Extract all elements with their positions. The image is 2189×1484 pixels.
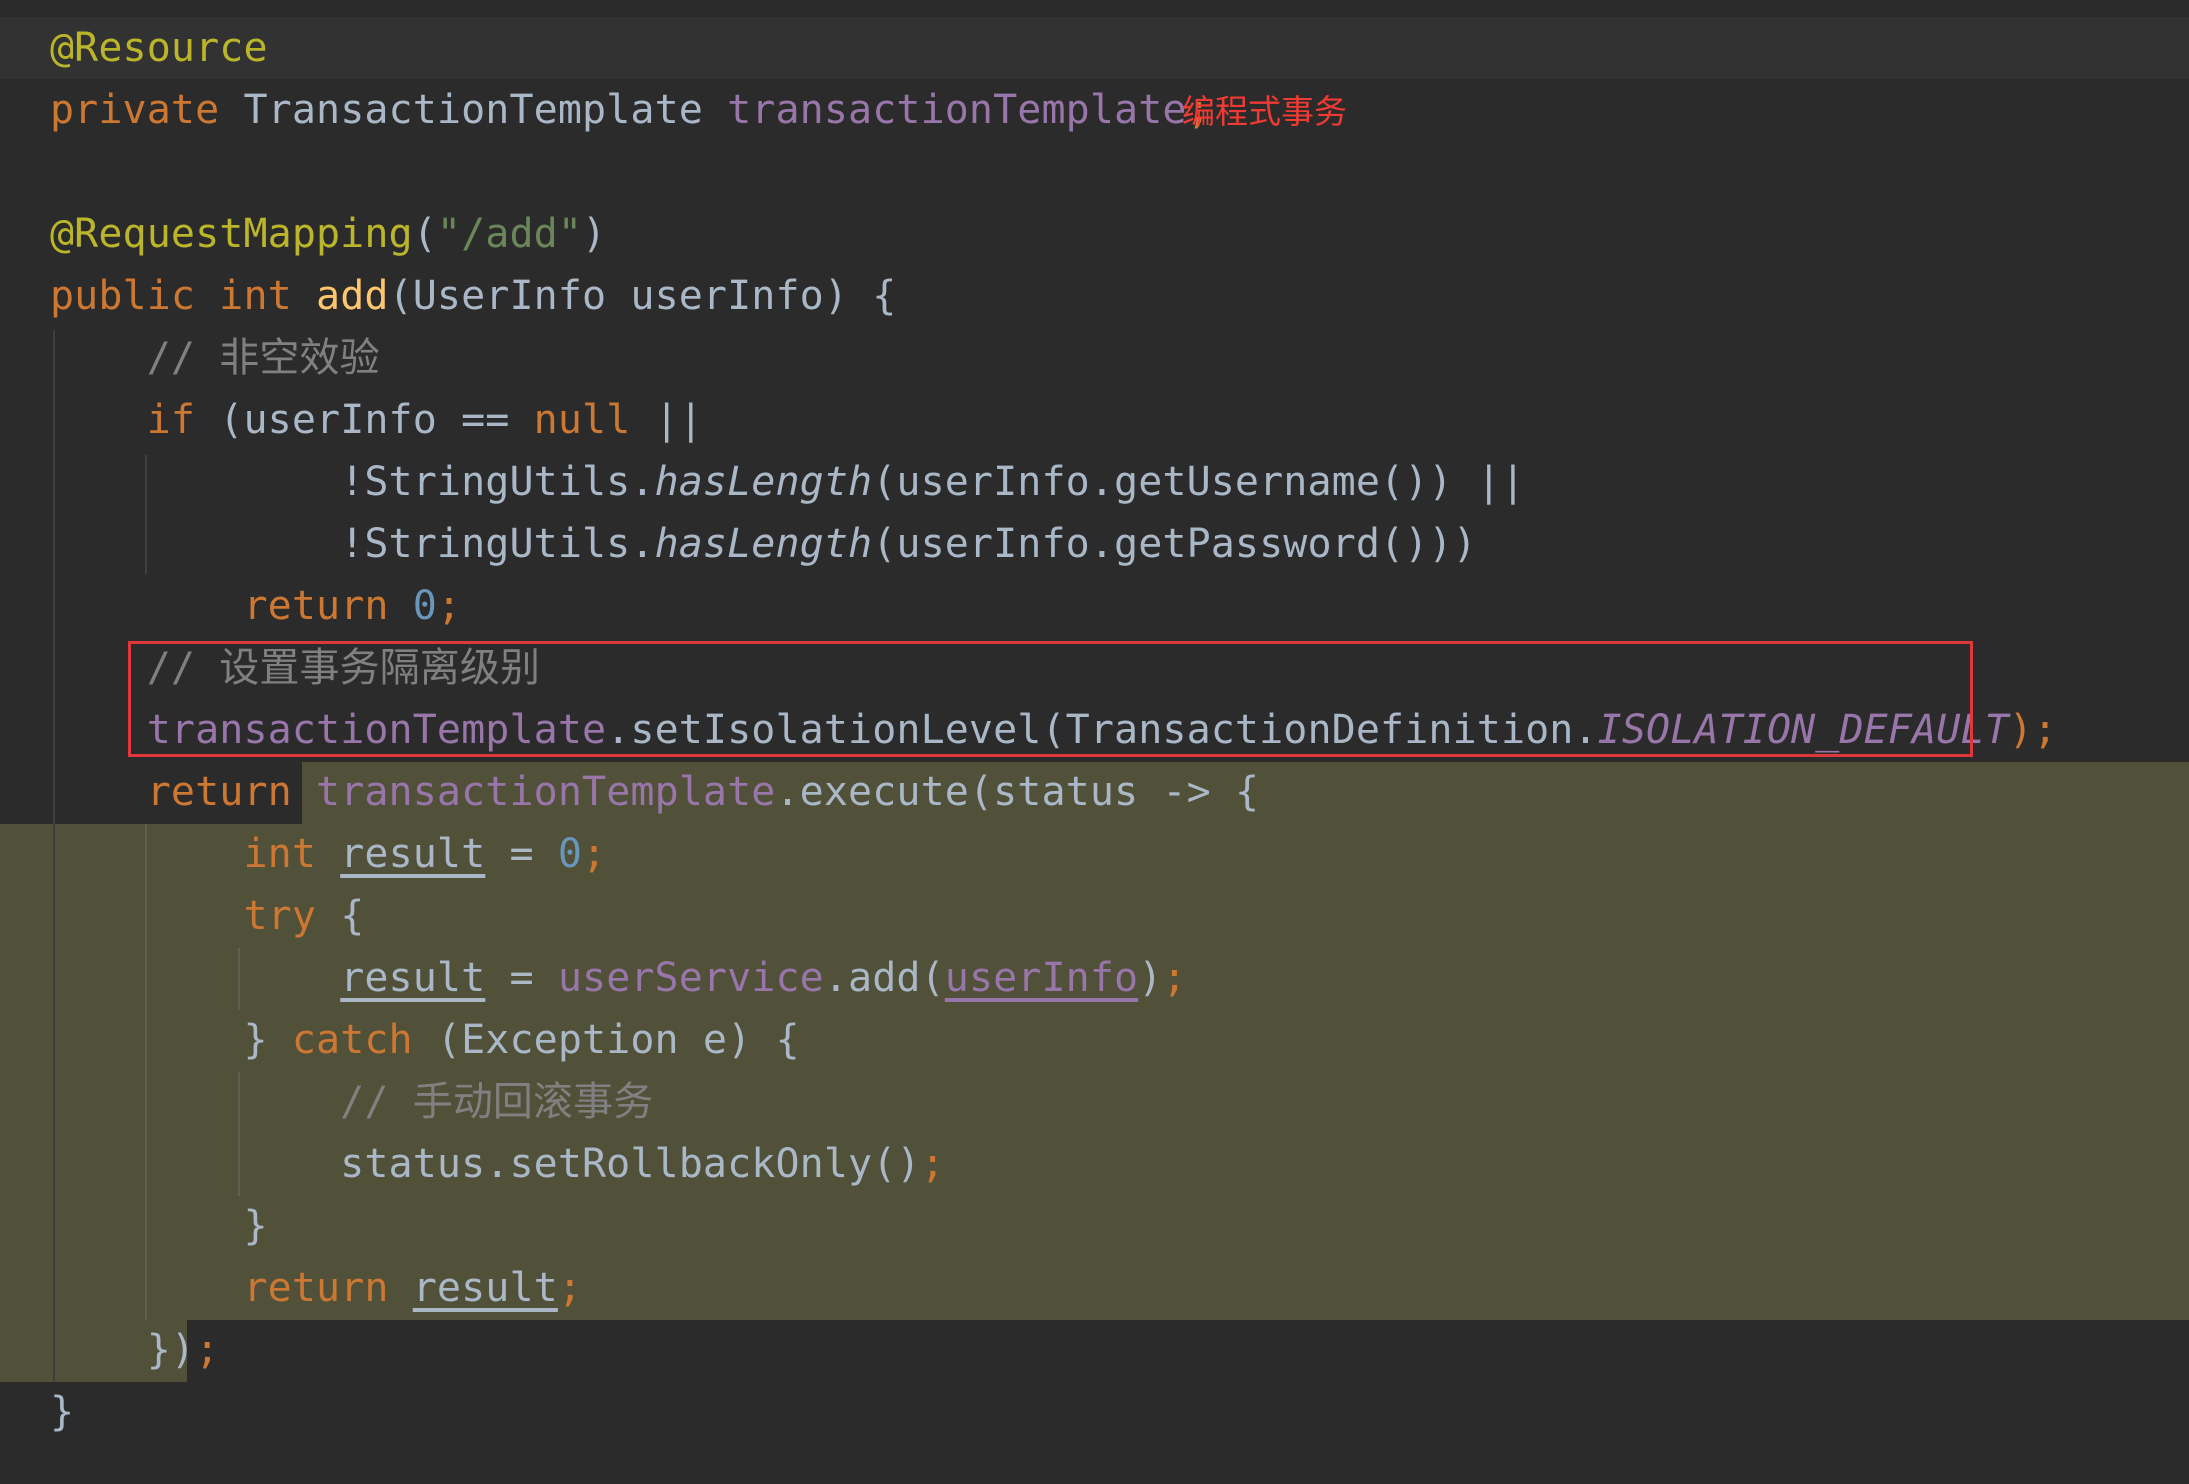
code-token: ); (2008, 707, 2058, 753)
code-line[interactable]: try { (50, 885, 364, 947)
code-line[interactable]: !StringUtils.hasLength(userInfo.getPassw… (50, 513, 1477, 575)
code-token: result (340, 955, 486, 1001)
code-token: result (340, 831, 486, 877)
code-token: int (243, 831, 341, 877)
code-token: hasLength (654, 521, 873, 567)
code-editor[interactable]: @Resource private TransactionTemplate tra… (0, 0, 2189, 1484)
code-token: add (316, 273, 389, 319)
code-token: // 非空效验 (50, 335, 380, 381)
code-line[interactable]: status.setRollbackOnly(); (50, 1133, 945, 1195)
code-token: @Resource (50, 25, 268, 71)
code-token: transactionTemplate (316, 769, 776, 815)
code-token: (UserInfo userInfo) { (388, 273, 897, 319)
isolation-level-callout-box (128, 641, 1973, 757)
caret-line-highlight (0, 17, 2189, 79)
code-token: ; (920, 1141, 945, 1187)
code-token: }) (50, 1327, 196, 1373)
code-token: (userInfo == (219, 397, 534, 443)
code-line[interactable]: } (50, 1381, 74, 1443)
code-token: (Exception e) { (436, 1017, 800, 1063)
code-line[interactable]: }); (50, 1319, 219, 1381)
code-token: hasLength (654, 459, 873, 505)
code-token: try (243, 893, 341, 939)
code-token: return (146, 769, 317, 815)
code-token: = (485, 955, 558, 1001)
code-line[interactable]: return 0; (50, 575, 461, 637)
code-token: || (654, 397, 703, 443)
code-token: { (340, 893, 365, 939)
code-token: return (243, 1265, 413, 1311)
code-token: ; (195, 1327, 220, 1373)
code-token: TransactionTemplate (243, 87, 728, 133)
code-line[interactable]: result = userService.add(userInfo); (50, 947, 1187, 1009)
code-line[interactable]: // 手动回滚事务 (50, 1071, 653, 1133)
code-token: .execute(status -> { (775, 769, 1260, 815)
code-line[interactable]: !StringUtils.hasLength(userInfo.getUsern… (50, 451, 1525, 513)
code-token: catch (291, 1017, 437, 1063)
code-token: } (50, 1203, 268, 1249)
code-line[interactable]: } (50, 1195, 268, 1257)
code-line[interactable]: public int add(UserInfo userInfo) { (50, 265, 896, 327)
code-line[interactable]: return transactionTemplate.execute(statu… (50, 761, 1259, 823)
code-token: result (412, 1265, 558, 1311)
code-token: // 手动回滚事务 (50, 1079, 654, 1125)
code-line[interactable]: private TransactionTemplate transactionT… (50, 79, 1211, 141)
code-line[interactable]: @RequestMapping("/add") (50, 203, 606, 265)
code-token: if (146, 397, 220, 443)
code-token: ; (1162, 955, 1187, 1001)
code-line[interactable]: int result = 0; (50, 823, 606, 885)
code-token: public (50, 273, 220, 319)
code-token: (userInfo.getPassword())) (872, 521, 1477, 567)
code-token: null (533, 397, 655, 443)
code-token: ) (1138, 955, 1163, 1001)
code-line[interactable]: if (userInfo == null || (50, 389, 703, 451)
code-line[interactable]: } catch (Exception e) { (50, 1009, 800, 1071)
code-line[interactable]: return result; (50, 1257, 582, 1319)
code-token: @RequestMapping (50, 211, 413, 257)
code-token: userInfo (944, 955, 1139, 1001)
code-token: ; (436, 583, 462, 629)
code-token: ) (582, 211, 607, 257)
code-token: userService (557, 955, 824, 1001)
code-token: ; (582, 831, 607, 877)
code-token: status.setRollbackOnly() (50, 1141, 921, 1187)
programmatic-transaction-note: 编程式事务 (1182, 92, 1347, 131)
code-token: int (219, 273, 317, 319)
code-token: } (50, 1389, 75, 1435)
code-token: 0 (557, 831, 583, 877)
code-token: ( (412, 211, 437, 257)
code-token: private (50, 87, 244, 133)
code-token: "/add" (436, 211, 583, 257)
code-token: 0 (412, 583, 437, 629)
code-line[interactable]: @Resource (50, 17, 268, 79)
code-token: } (50, 1017, 292, 1063)
code-token: transactionTemplate (727, 87, 1187, 133)
code-token: !StringUtils. (50, 521, 655, 567)
code-token: !StringUtils. (50, 459, 655, 505)
code-token: return (243, 583, 413, 629)
code-token: .add( (823, 955, 945, 1001)
code-token: (userInfo.getUsername()) || (872, 459, 1526, 505)
code-token: = (485, 831, 558, 877)
code-line[interactable]: // 非空效验 (50, 327, 380, 389)
code-token: ; (557, 1265, 583, 1311)
